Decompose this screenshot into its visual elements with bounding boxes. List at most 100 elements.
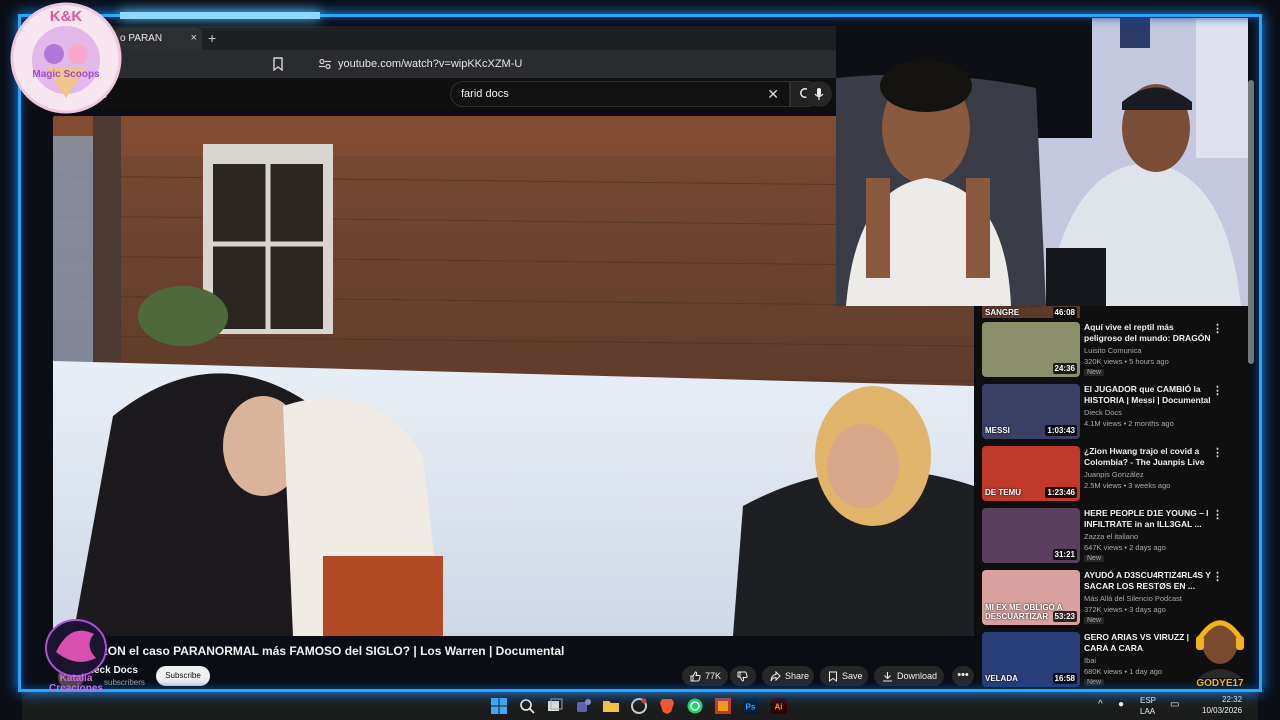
app-icon-grid[interactable] — [714, 697, 732, 715]
url-text[interactable]: youtube.com/watch?v=wipKKcXZM-U — [338, 58, 522, 70]
language-indicator-top[interactable]: ESP — [1140, 696, 1156, 705]
download-label: Download — [897, 671, 938, 681]
recommendation-title[interactable]: Aquí vive el reptil más peligroso del mu… — [1084, 322, 1212, 344]
recommendation-meta: 647K views • 2 days ago — [1084, 543, 1166, 552]
like-count: 77K — [705, 671, 722, 681]
godye-avatar — [1196, 620, 1244, 678]
recommendation-title[interactable]: AYUDÓ A D3SCU4RTIZ4RL4S Y SACAR LOS REST… — [1084, 570, 1212, 592]
download-button[interactable]: Download — [874, 666, 944, 686]
recommendation-meta: 320K views • 5 hours ago — [1084, 357, 1169, 366]
new-badge: New — [1084, 369, 1105, 376]
kebab-menu-icon[interactable]: ⋮ — [1212, 508, 1223, 521]
recommendation-channel[interactable]: Dieck Docs — [1084, 408, 1122, 417]
recommendation-item[interactable]: 24:36 Aquí vive el reptil más peligroso d… — [982, 322, 1244, 380]
recommendation-channel[interactable]: Más Allá del Silencio Podcast — [1084, 594, 1182, 603]
thumbs-down-icon — [737, 671, 748, 682]
page-scrollbar[interactable] — [1248, 80, 1254, 364]
file-explorer-icon[interactable] — [602, 697, 620, 715]
recommendation-meta: 372K views • 3 days ago — [1084, 605, 1166, 614]
share-icon — [770, 670, 781, 681]
kebab-menu-icon[interactable]: ⋮ — [1212, 446, 1223, 459]
recommendation-thumbnail[interactable]: 24:36 — [982, 322, 1080, 377]
clear-search-icon[interactable]: ✕ — [767, 86, 779, 103]
like-button[interactable]: 77K — [682, 666, 728, 686]
browser-tab-bar: o PARAN × + — [22, 26, 836, 50]
address-bar: youtube.com/watch?v=wipKKcXZM-U — [22, 50, 836, 78]
save-icon — [829, 671, 837, 682]
recommendation-thumbnail[interactable]: 31:21 — [982, 508, 1080, 563]
frame-glow-accent — [120, 12, 320, 19]
kebab-menu-icon[interactable]: ⋮ — [1212, 322, 1223, 335]
video-title: TARON el caso PARANORMAL más FAMOSO del … — [84, 644, 565, 658]
recommendation-channel[interactable]: Ibai — [1084, 656, 1096, 665]
subscribe-button[interactable]: Subscribe — [156, 666, 210, 686]
photoshop-icon[interactable]: Ps — [742, 697, 760, 715]
svg-text:Ai: Ai — [775, 703, 783, 712]
recommendation-thumbnail-partial[interactable]: DIAMANTE DE SANGRE 46:08 — [982, 306, 1080, 318]
new-badge: New — [1084, 555, 1105, 562]
language-indicator-bottom[interactable]: LAA — [1140, 707, 1155, 716]
clock-time[interactable]: 22:32 — [1222, 695, 1242, 704]
teams-icon[interactable] — [574, 697, 592, 715]
logo-top-subtitle: Magic Scoops — [32, 69, 100, 80]
screen: o PARAN × + youtube.com/watch?v=wipKKcXZ… — [0, 0, 1280, 720]
clock-date[interactable]: 10/03/2026 — [1202, 706, 1242, 715]
search-taskbar-icon[interactable] — [518, 697, 536, 715]
video-duration: 53:23 — [1052, 611, 1077, 622]
tray-chevron-icon[interactable]: ^ — [1098, 699, 1103, 710]
katalia-text: Katalia Creaciones — [49, 673, 103, 694]
tab-close-icon[interactable]: × — [191, 32, 197, 44]
recommendation-item[interactable]: DE TEMU 1:23:46 ¿Zion Hwang trajo el covid… — [982, 446, 1244, 504]
recommendation-meta: 4.1M views • 2 months ago — [1084, 419, 1174, 428]
new-badge: New — [1084, 679, 1105, 686]
site-info-icon[interactable] — [318, 58, 332, 70]
kebab-menu-icon[interactable]: ⋮ — [1212, 384, 1223, 397]
app-icon-circle[interactable] — [630, 697, 648, 715]
whatsapp-icon[interactable] — [686, 697, 704, 715]
video-duration: 31:21 — [1052, 549, 1077, 560]
voice-search-button[interactable] — [806, 81, 832, 107]
recommendation-thumbnail[interactable]: VELADA 16:58 — [982, 632, 1080, 687]
recommendation-title[interactable]: HERE PEOPLE D1E YOUNG – I INFILTRATE in … — [1084, 508, 1212, 530]
kebab-menu-icon[interactable]: ⋮ — [1212, 570, 1223, 583]
video-duration: 1:23:46 — [1045, 487, 1077, 498]
illustrator-icon[interactable]: Ai — [770, 697, 788, 715]
windows-taskbar: Ps Ai ^ ● ESP LAA ▭ 22:32 10/03/2026 — [22, 690, 1258, 720]
recommendation-channel[interactable]: Luisito Comunica — [1084, 346, 1142, 355]
webcam-scene — [836, 18, 1248, 306]
share-button[interactable]: Share — [762, 666, 814, 686]
network-icon[interactable]: ▭ — [1170, 699, 1179, 710]
mic-icon — [814, 88, 824, 100]
recommendation-item[interactable]: MESSI 1:03:43 El JUGADOR que CAMBIÓ la HIS… — [982, 384, 1244, 442]
recommendation-thumbnail[interactable]: MESSI 1:03:43 — [982, 384, 1080, 439]
search-input[interactable]: farid docs ✕ — [450, 81, 790, 107]
recommendation-item[interactable]: 31:21 HERE PEOPLE D1E YOUNG – I INFILTRAT… — [982, 508, 1244, 566]
save-button[interactable]: Save — [820, 666, 868, 686]
recommendation-thumbnail[interactable]: MI EX ME OBLIGÓ A DESCUARTIZAR 53:23 — [982, 570, 1080, 625]
task-view-icon[interactable] — [546, 697, 564, 715]
recommendation-thumbnail[interactable]: DE TEMU 1:23:46 — [982, 446, 1080, 501]
download-icon — [883, 671, 892, 682]
more-actions-button[interactable]: ••• — [952, 666, 974, 686]
recommendation-title[interactable]: El JUGADOR que CAMBIÓ la HISTORIA | Mess… — [1084, 384, 1212, 406]
recommendation-channel[interactable]: Zazza el italiano — [1084, 532, 1138, 541]
video-duration: 16:58 — [1052, 673, 1077, 684]
godye17-logo: GODYE17 — [1188, 608, 1252, 692]
thumbnail-text: DE TEMU — [985, 488, 1021, 497]
video-duration: 24:36 — [1052, 363, 1077, 374]
brave-browser-icon[interactable] — [658, 697, 676, 715]
recommendation-meta: 2.5M views • 3 weeks ago — [1084, 481, 1171, 490]
logo-top-title: K&K — [49, 8, 83, 25]
tray-mic-icon[interactable]: ● — [1118, 699, 1124, 710]
youtube-header: e farid docs ✕ — [22, 78, 836, 110]
recommendation-channel[interactable]: Juanpis González — [1084, 470, 1144, 479]
new-tab-button[interactable]: + — [208, 30, 216, 46]
webcam-overlay — [836, 18, 1248, 306]
video-duration: 46:08 — [1052, 307, 1077, 318]
recommendation-meta: 680K views • 1 day ago — [1084, 667, 1163, 676]
dislike-button[interactable] — [730, 666, 756, 686]
save-label: Save — [842, 671, 863, 681]
recommendation-title[interactable]: ¿Zion Hwang trajo el covid a Colombia? -… — [1084, 446, 1212, 468]
windows-icon[interactable] — [490, 697, 508, 715]
bookmark-icon[interactable] — [272, 57, 284, 71]
